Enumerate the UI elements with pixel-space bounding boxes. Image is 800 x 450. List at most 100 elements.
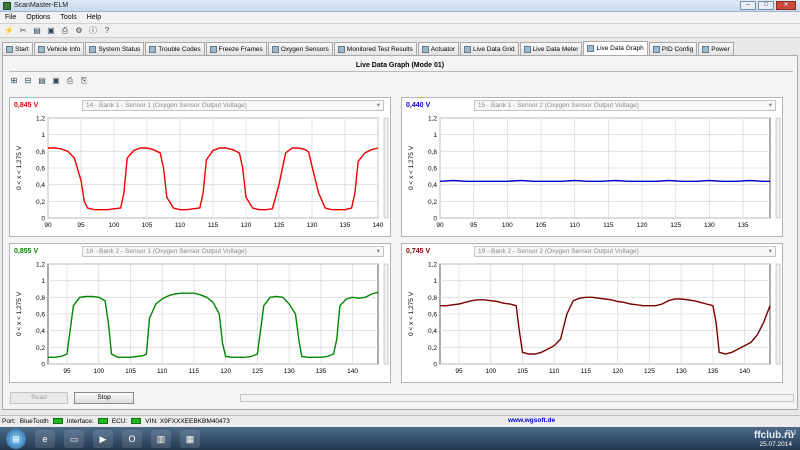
disconnect-icon[interactable]: ✂ xyxy=(18,26,28,36)
port-led-icon xyxy=(52,418,63,424)
menu-file[interactable]: File xyxy=(5,14,16,21)
y-tick-label: 0,6 xyxy=(36,312,45,319)
tab-label: Actuator xyxy=(430,45,456,53)
open-icon[interactable]: ▤ xyxy=(37,76,47,86)
current-value: 0,745 V xyxy=(406,248,431,255)
x-tick-label: 100 xyxy=(109,222,120,229)
x-tick-label: 110 xyxy=(157,368,168,375)
tab-system-status[interactable]: System Status xyxy=(85,42,145,55)
line-chart: 00,20,40,60,811,290 95 100 105 110 115 120 125 1… xyxy=(408,116,781,229)
tab-monitored-test-results[interactable]: Monitored Test Results xyxy=(333,42,417,55)
interface-label: Interface: xyxy=(66,417,94,425)
horizontal-scrollbar[interactable] xyxy=(240,394,794,402)
tab-power[interactable]: Power xyxy=(698,42,734,55)
x-tick-label: 95 xyxy=(77,222,85,229)
snowflake-icon xyxy=(209,45,217,53)
stop-button[interactable]: Stop xyxy=(74,392,134,404)
line-chart: 00,20,40,60,811,290 95 100 105 110 115 120 125 1… xyxy=(16,116,389,229)
start-button-icon[interactable]: ⊞ xyxy=(6,428,26,449)
x-tick-label: 110 xyxy=(549,368,560,375)
tab-oxygen-sensors[interactable]: Oxygen Sensors xyxy=(267,42,333,55)
sensor-select[interactable]: 19 - Bank 2 - Sensor 2 (Oxygen Sensor Ou… xyxy=(474,246,776,257)
scanmaster-icon[interactable]: ▦ xyxy=(180,429,200,448)
tab-trouble-codes[interactable]: Trouble Codes xyxy=(145,42,205,55)
tray-date: 25.07.2014 xyxy=(759,441,792,448)
minimize-button[interactable]: – xyxy=(740,1,756,10)
graph-panel-bank2-sensor2: 0,745 V 19 - Bank 2 - Sensor 2 (Oxygen S… xyxy=(401,243,783,383)
y-tick-label: 0,8 xyxy=(36,149,45,156)
tab-start[interactable]: Start xyxy=(2,42,33,55)
tab-label: Trouble Codes xyxy=(158,45,201,53)
tab-pid-config[interactable]: PID Config xyxy=(648,42,698,55)
port-label: Port: xyxy=(2,417,16,425)
x-tick-label: 125 xyxy=(644,368,655,375)
tab-freeze-frames[interactable]: Freeze Frames xyxy=(205,42,267,55)
connect-icon[interactable]: ⚡ xyxy=(4,26,14,36)
sensor-select[interactable]: 15 - Bank 1 - Sensor 2 (Oxygen Sensor Ou… xyxy=(474,100,776,111)
save-icon[interactable]: ▣ xyxy=(46,26,56,36)
tab-label: Live Data Grid xyxy=(473,45,515,53)
help-icon[interactable]: ? xyxy=(102,26,112,36)
x-tick-label: 115 xyxy=(208,222,219,229)
tab-live-data-graph[interactable]: Live Data Graph xyxy=(583,41,648,55)
y-tick-label: 0,8 xyxy=(428,149,437,156)
tab-live-data-grid[interactable]: Live Data Grid xyxy=(460,42,519,55)
settings-icon[interactable]: ⚙ xyxy=(74,26,84,36)
meter-icon xyxy=(523,45,531,53)
y-axis-label: 0 < x < 1,275 V xyxy=(16,291,23,336)
x-tick-label: 105 xyxy=(536,222,547,229)
x-tick-label: 110 xyxy=(570,222,581,229)
menu-tools[interactable]: Tools xyxy=(60,14,76,21)
maximize-button[interactable]: □ xyxy=(758,1,774,10)
opera-icon[interactable]: O xyxy=(122,429,142,448)
tab-live-data-meter[interactable]: Live Data Meter xyxy=(519,42,583,55)
y-axis-label: 0 < x < 1,275 V xyxy=(408,291,415,336)
open-icon[interactable]: ▤ xyxy=(32,26,42,36)
window-title: ScanMaster-ELM xyxy=(14,2,69,9)
website-link[interactable]: www.wgsoft.de xyxy=(508,417,555,424)
read-button[interactable]: Read xyxy=(10,392,68,404)
graph-panel-bank1-sensor1: 0,845 V 14 - Bank 1 - Sensor 1 (Oxygen S… xyxy=(9,97,391,237)
x-tick-label: 125 xyxy=(670,222,681,229)
x-tick-label: 140 xyxy=(347,368,358,375)
ecu-led-icon xyxy=(131,418,142,424)
info-icon xyxy=(37,45,45,53)
y-tick-label: 1 xyxy=(433,132,437,139)
interface-led-icon xyxy=(97,418,108,424)
y-tick-label: 0,4 xyxy=(36,182,45,189)
folder-icon[interactable]: ▥ xyxy=(151,429,171,448)
media-icon[interactable]: ▶ xyxy=(93,429,113,448)
sensor-select[interactable]: 14 - Bank 1 - Sensor 1 (Oxygen Sensor Ou… xyxy=(82,100,384,111)
x-tick-label: 125 xyxy=(274,222,285,229)
vertical-slider xyxy=(775,117,781,219)
close-button[interactable]: ✕ xyxy=(776,1,796,10)
save-icon[interactable]: ▣ xyxy=(51,76,61,86)
print-icon[interactable]: ⎙ xyxy=(60,26,70,36)
vertical-slider xyxy=(775,263,781,365)
ecu-label: ECU: xyxy=(111,417,128,425)
tab-label: Vehicle Info xyxy=(46,45,81,53)
menu-help[interactable]: Help xyxy=(87,14,101,21)
y-tick-label: 0,6 xyxy=(36,166,45,173)
x-tick-label: 140 xyxy=(373,222,384,229)
y-tick-label: 1,2 xyxy=(36,116,45,123)
tab-vehicle-info[interactable]: Vehicle Info xyxy=(33,42,85,55)
x-tick-label: 135 xyxy=(340,222,351,229)
tab-actuator[interactable]: Actuator xyxy=(417,42,460,55)
print-icon[interactable]: ⎙ xyxy=(65,76,75,86)
y-tick-label: 0,4 xyxy=(428,328,437,335)
info-icon[interactable]: ⓘ xyxy=(88,26,98,36)
x-tick-label: 130 xyxy=(704,222,715,229)
current-value: 0,855 V xyxy=(14,248,39,255)
explorer-icon[interactable]: ▭ xyxy=(64,429,84,448)
print-preview-icon[interactable]: ⎘ xyxy=(79,76,89,86)
vin-value: VIN: X9FXXXEEBKBM40473 xyxy=(145,417,230,425)
sensor-select[interactable]: 18 - Bank 2 - Sensor 1 (Oxygen Sensor Ou… xyxy=(82,246,384,257)
remove-graph-icon[interactable]: ⊟ xyxy=(23,76,33,86)
add-graph-icon[interactable]: ⊞ xyxy=(9,76,19,86)
menu-options[interactable]: Options xyxy=(26,14,50,21)
menu-bar: File Options Tools Help xyxy=(0,12,800,24)
x-tick-label: 105 xyxy=(517,368,528,375)
ie-icon[interactable]: e xyxy=(35,429,55,448)
graph-panel-bank1-sensor2: 0,440 V 15 - Bank 1 - Sensor 2 (Oxygen S… xyxy=(401,97,783,237)
